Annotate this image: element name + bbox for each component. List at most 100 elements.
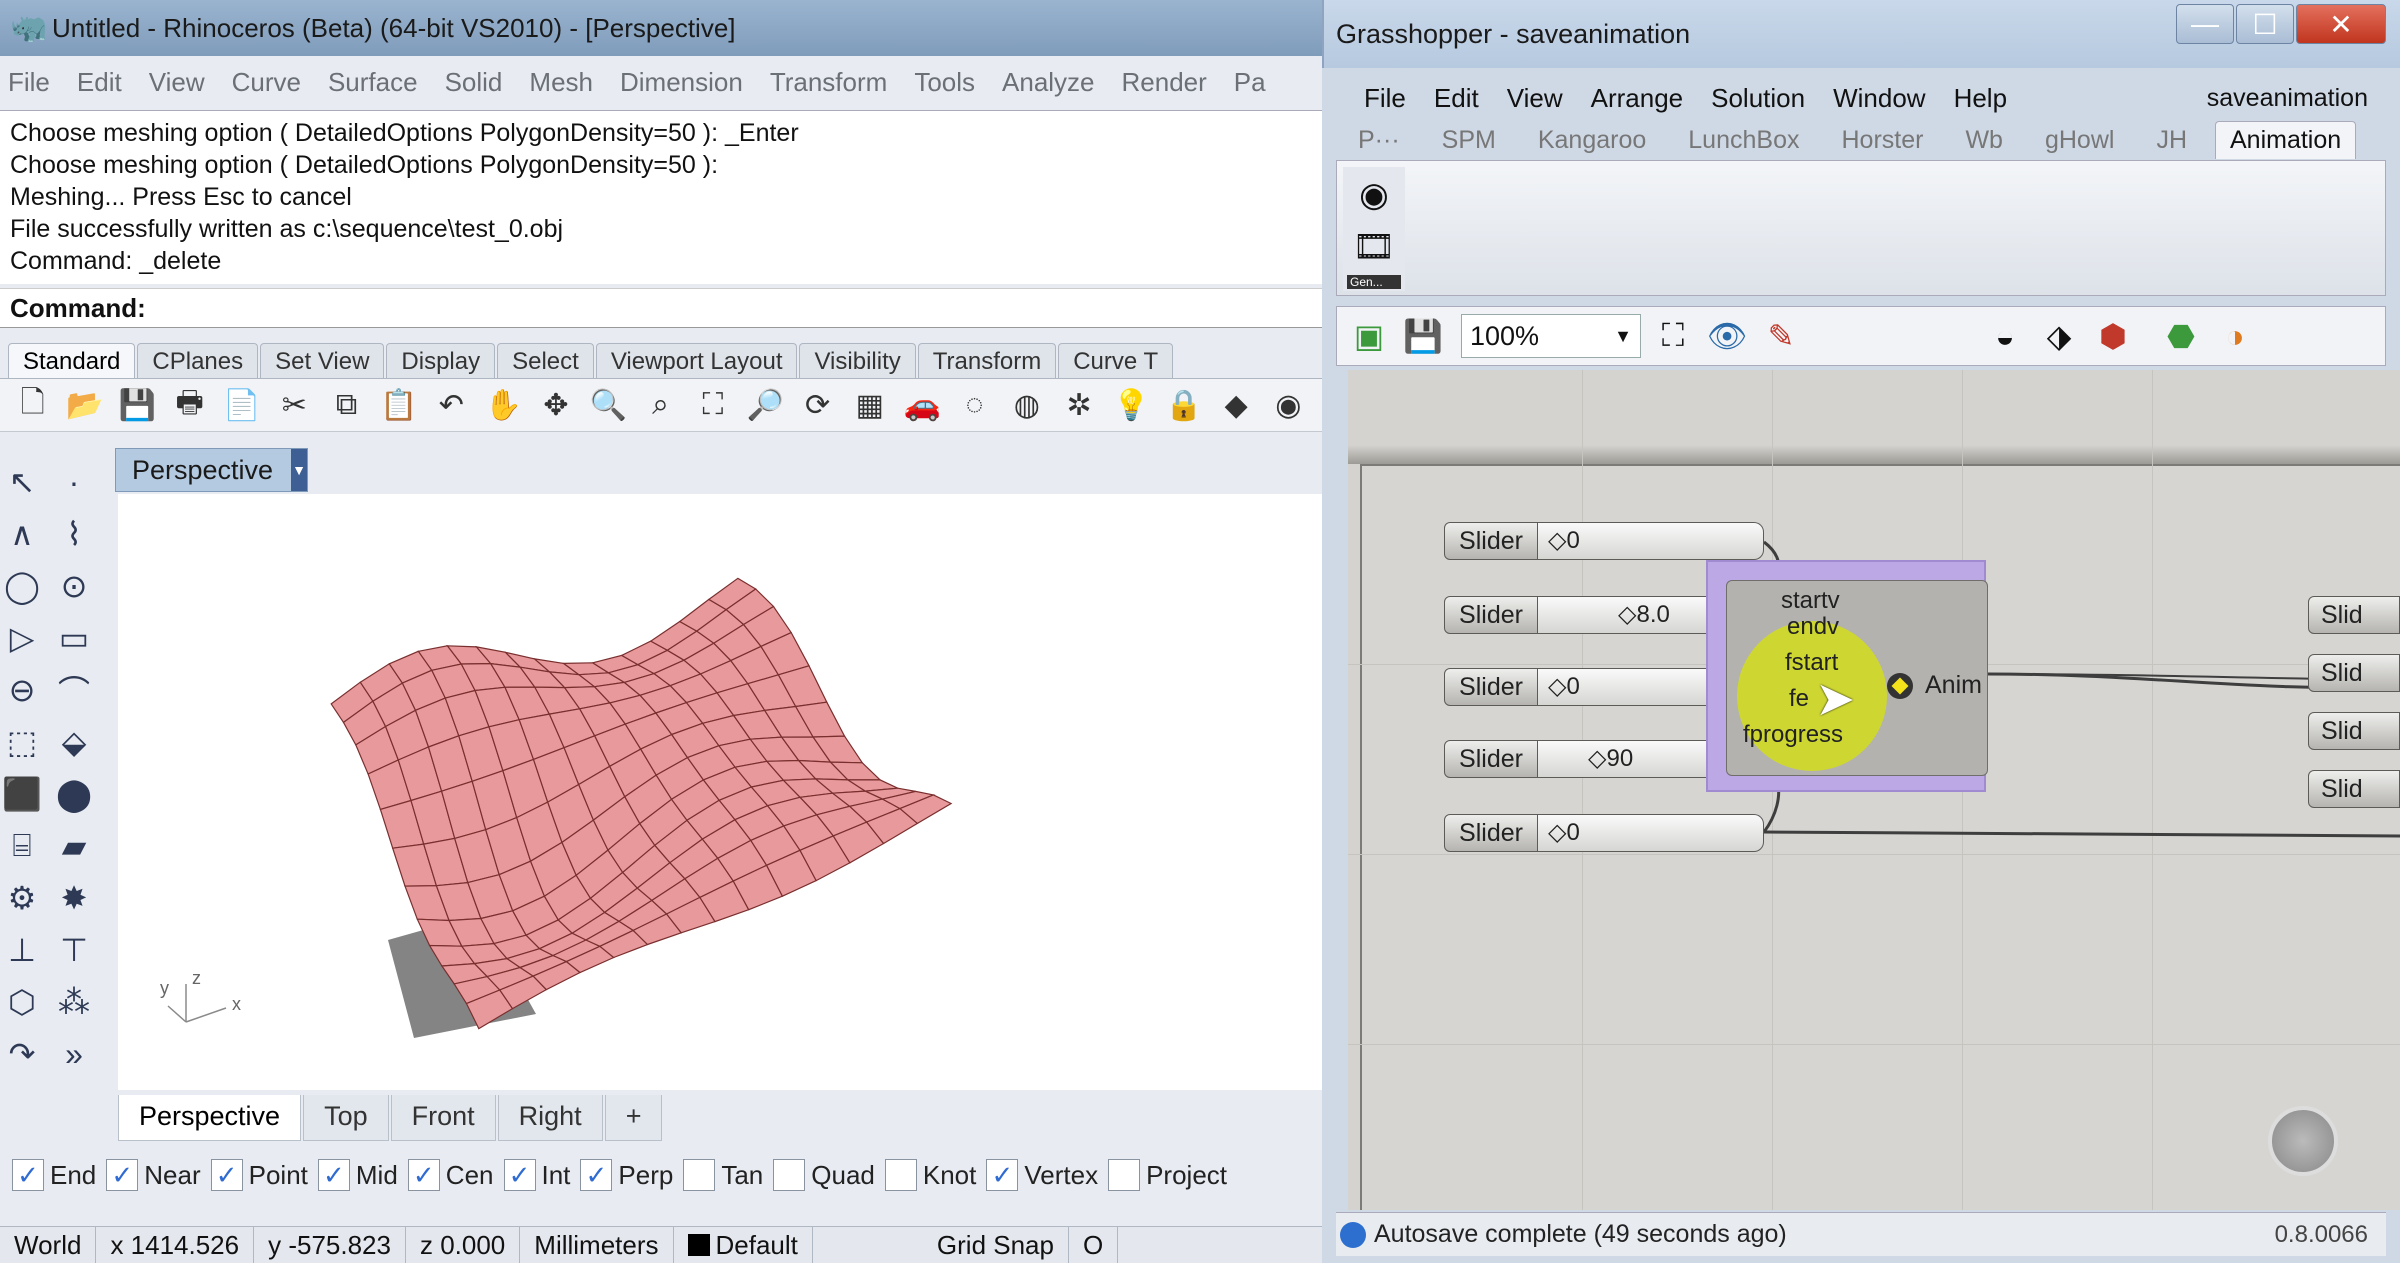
zoom-selected-icon[interactable]: 🔎 — [747, 385, 784, 425]
osnap-checkbox[interactable] — [683, 1159, 716, 1191]
new-icon[interactable]: 🗋 — [14, 385, 51, 425]
gh-menu-solution[interactable]: Solution — [1711, 83, 1805, 114]
more-tools-icon[interactable]: » — [52, 1032, 96, 1076]
light-icon[interactable]: 💡 — [1113, 385, 1150, 425]
osnap-point[interactable]: ✓ Point — [210, 1159, 308, 1191]
osnap-checkbox[interactable]: ✓ — [986, 1159, 1019, 1191]
copy-icon[interactable]: ⧉ — [328, 385, 365, 425]
cylinder-icon[interactable]: ⌸ — [0, 824, 44, 868]
osnap-checkbox[interactable]: ✓ — [407, 1159, 440, 1191]
navigation-compass-icon[interactable] — [2268, 1106, 2338, 1176]
menu-mesh[interactable]: Mesh — [529, 67, 606, 98]
slider-startv[interactable]: Slider ◇0 — [1444, 522, 1764, 560]
layer-status[interactable]: Default — [674, 1226, 813, 1263]
arc-icon[interactable]: ▷ — [0, 616, 44, 660]
tab-jh[interactable]: JH — [2156, 126, 2187, 155]
cplane-icon[interactable]: ⊤ — [52, 928, 96, 972]
osnap-near[interactable]: ✓ Near — [106, 1159, 201, 1191]
tab-select[interactable]: Select — [497, 343, 594, 378]
menu-tools[interactable]: Tools — [914, 67, 988, 98]
viewport-tab-right[interactable]: Right — [497, 1095, 603, 1141]
rotate-view-icon[interactable]: ⟳ — [799, 385, 836, 425]
curve-icon[interactable]: ⌇ — [52, 512, 96, 556]
loft-icon[interactable]: ⬙ — [52, 720, 96, 764]
menu-render[interactable]: Render — [1122, 67, 1220, 98]
menu-file[interactable]: File — [8, 67, 63, 98]
osnap-mid[interactable]: ✓ Mid — [317, 1159, 398, 1191]
output-anim[interactable]: Anim — [1925, 671, 1982, 700]
select-arrow-icon[interactable]: ↖ — [0, 460, 44, 504]
osnap-project[interactable]: Project — [1108, 1159, 1227, 1191]
perspective-viewport[interactable]: y z x — [118, 494, 1322, 1090]
right-slider[interactable]: Slid — [2308, 654, 2400, 692]
color-wheel-icon[interactable]: ◉ — [1270, 385, 1307, 425]
zoom-dropdown[interactable]: 100% ▼ — [1461, 314, 1641, 358]
wireframe-preview-icon[interactable]: ⬗ — [2037, 314, 2081, 358]
tab-standard[interactable]: Standard — [8, 343, 136, 378]
gh-menu-help[interactable]: Help — [1954, 83, 2007, 114]
viewport-title-tab[interactable]: Perspective ▼ — [115, 448, 308, 492]
tab-wb[interactable]: Wb — [1965, 126, 2003, 155]
tab-set-view[interactable]: Set View — [260, 343, 385, 378]
film-strip-icon[interactable]: 🎞 — [1347, 223, 1401, 271]
shaded-icon[interactable]: ◌ — [956, 385, 993, 425]
properties-icon[interactable]: 📄 — [223, 385, 260, 425]
tab-visibility[interactable]: Visibility — [799, 343, 916, 378]
osnap-checkbox[interactable] — [884, 1159, 917, 1191]
osnap-knot[interactable]: Knot — [884, 1159, 976, 1191]
osnap-checkbox[interactable] — [1108, 1159, 1141, 1191]
point-icon[interactable]: · — [52, 460, 96, 504]
osnap-perp[interactable]: ✓ Perp — [580, 1159, 673, 1191]
dimension-icon[interactable]: ⊥ — [0, 928, 44, 972]
menu-transform[interactable]: Transform — [770, 67, 901, 98]
shaded-preview-icon[interactable]: ⬢ — [2091, 314, 2135, 358]
osnap-int[interactable]: ✓ Int — [503, 1159, 570, 1191]
mesh-icon[interactable]: ▰ — [52, 824, 96, 868]
circle-icon[interactable]: ◯ — [0, 564, 44, 608]
gh-menu-edit[interactable]: Edit — [1434, 83, 1479, 114]
input-startv[interactable]: startv — [1781, 587, 1840, 615]
anim-component[interactable]: startv endv fstart fe fprogress Anim ➤ — [1726, 580, 1988, 776]
points-icon[interactable]: ⁂ — [52, 980, 96, 1024]
open-icon[interactable]: 📂 — [66, 385, 103, 425]
zoom-extents-icon[interactable]: ⛶ — [1651, 314, 1695, 358]
preview-eye-icon[interactable]: 👁 — [1705, 314, 1749, 358]
osnap-checkbox[interactable]: ✓ — [106, 1159, 139, 1191]
grasshopper-canvas[interactable]: Slider ◇0 Slider ◇8.0 Slider ◇0 Slider ◇… — [1348, 370, 2400, 1210]
menu-panels[interactable]: Pa — [1234, 67, 1279, 98]
ghosted-icon[interactable]: ◍ — [1008, 385, 1045, 425]
open-file-icon[interactable]: ▣ — [1347, 314, 1391, 358]
paste-icon[interactable]: 📋 — [380, 385, 417, 425]
menu-curve[interactable]: Curve — [232, 67, 314, 98]
cut-icon[interactable]: ✂ — [276, 385, 313, 425]
menu-dimension[interactable]: Dimension — [620, 67, 756, 98]
materials-icon[interactable]: ◆ — [1217, 385, 1254, 425]
zoom-extents-icon[interactable]: ⛶ — [694, 385, 731, 425]
preview-off-icon[interactable]: ◒ — [1983, 314, 2027, 358]
add-viewport-icon[interactable]: + — [604, 1095, 663, 1141]
osnap-cen[interactable]: ✓ Cen — [407, 1159, 494, 1191]
minimize-button[interactable]: — — [2176, 4, 2234, 44]
osnap-checkbox[interactable]: ✓ — [503, 1159, 536, 1191]
rectangle-icon[interactable]: ▭ — [52, 616, 96, 660]
osnap-end[interactable]: ✓ End — [12, 1159, 96, 1191]
osnap-vertex[interactable]: ✓ Vertex — [986, 1159, 1098, 1191]
slider-track[interactable]: ◇0 — [1538, 814, 1764, 852]
tab-lunchbox[interactable]: LunchBox — [1688, 126, 1799, 155]
right-slider[interactable]: Slid — [2308, 712, 2400, 750]
cplane-status[interactable]: World — [0, 1226, 97, 1263]
anim-component-group[interactable]: startv endv fstart fe fprogress Anim ➤ — [1706, 560, 1988, 792]
input-fend[interactable]: fe — [1789, 685, 1809, 713]
polyline-icon[interactable]: ∧ — [0, 512, 44, 556]
tab-animation[interactable]: Animation — [2215, 121, 2357, 159]
lock-icon[interactable]: 🔒 — [1165, 385, 1202, 425]
fillet-icon[interactable]: ⌒ — [52, 668, 96, 712]
tab-kangaroo[interactable]: Kangaroo — [1538, 126, 1646, 155]
sweep-icon[interactable]: ↷ — [0, 1032, 44, 1076]
menu-view[interactable]: View — [149, 67, 218, 98]
menu-analyze[interactable]: Analyze — [1002, 67, 1108, 98]
tab-horster[interactable]: Horster — [1841, 126, 1923, 155]
viewport-tab-front[interactable]: Front — [390, 1095, 496, 1141]
osnap-checkbox[interactable]: ✓ — [317, 1159, 350, 1191]
tab-display[interactable]: Display — [386, 343, 496, 378]
